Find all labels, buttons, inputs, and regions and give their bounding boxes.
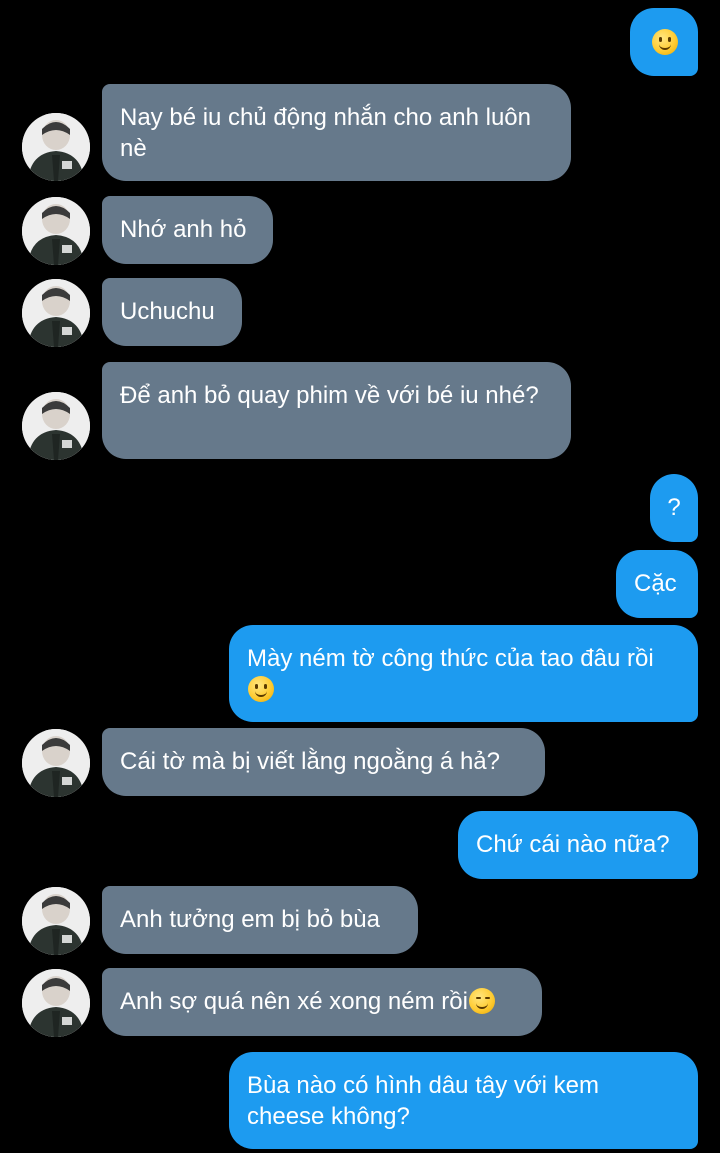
- message-text: Anh sợ quá nên xé xong ném rồi: [120, 988, 468, 1015]
- message-text: Mày ném tờ công thức của tao đâu rồi: [247, 645, 654, 672]
- outgoing-message[interactable]: ?: [650, 474, 698, 542]
- incoming-message[interactable]: Để anh bỏ quay phim về với bé iu nhé?: [102, 362, 571, 459]
- message-text: Cặc: [634, 570, 677, 597]
- message-text: Nay bé iu chủ động nhắn cho anh luôn nè: [120, 104, 531, 162]
- contact-avatar[interactable]: [22, 197, 90, 265]
- message-text: Bùa nào có hình dâu tây với kem cheese k…: [247, 1072, 599, 1130]
- contact-avatar[interactable]: [22, 729, 90, 797]
- message-text: Cái tờ mà bị viết lằng ngoằng á hả?: [120, 748, 500, 775]
- outgoing-message[interactable]: [630, 8, 698, 76]
- message-text: Để anh bỏ quay phim về với bé iu nhé?: [120, 382, 539, 409]
- contact-avatar[interactable]: [22, 392, 90, 460]
- outgoing-message[interactable]: Mày ném tờ công thức của tao đâu rồi: [229, 625, 698, 722]
- incoming-message[interactable]: Nhớ anh hỏ: [102, 196, 273, 264]
- incoming-message[interactable]: Anh tưởng em bị bỏ bùa: [102, 886, 418, 954]
- incoming-message[interactable]: Uchuchu: [102, 278, 242, 346]
- incoming-message[interactable]: Cái tờ mà bị viết lằng ngoằng á hả?: [102, 728, 545, 796]
- slightly-smiling-face-icon: [651, 29, 678, 55]
- contact-avatar[interactable]: [22, 887, 90, 955]
- chat-thread: Nay bé iu chủ động nhắn cho anh luôn nè …: [0, 0, 720, 1153]
- slightly-smiling-face-icon: [248, 676, 274, 702]
- message-text: Nhớ anh hỏ: [120, 216, 247, 243]
- outgoing-message[interactable]: Chứ cái nào nữa?: [458, 811, 698, 879]
- incoming-message[interactable]: Nay bé iu chủ động nhắn cho anh luôn nè: [102, 84, 571, 181]
- message-text: Chứ cái nào nữa?: [476, 831, 670, 858]
- outgoing-message[interactable]: Cặc: [616, 550, 698, 618]
- contact-avatar[interactable]: [22, 969, 90, 1037]
- incoming-message[interactable]: Anh sợ quá nên xé xong ném rồi: [102, 968, 542, 1036]
- contact-avatar[interactable]: [22, 113, 90, 181]
- message-text: Uchuchu: [120, 298, 215, 325]
- message-text: Anh tưởng em bị bỏ bùa: [120, 906, 380, 933]
- contact-avatar[interactable]: [22, 279, 90, 347]
- message-text: ?: [667, 494, 681, 521]
- outgoing-message[interactable]: Bùa nào có hình dâu tây với kem cheese k…: [229, 1052, 698, 1149]
- smiling-face-blush-icon: [468, 988, 495, 1014]
